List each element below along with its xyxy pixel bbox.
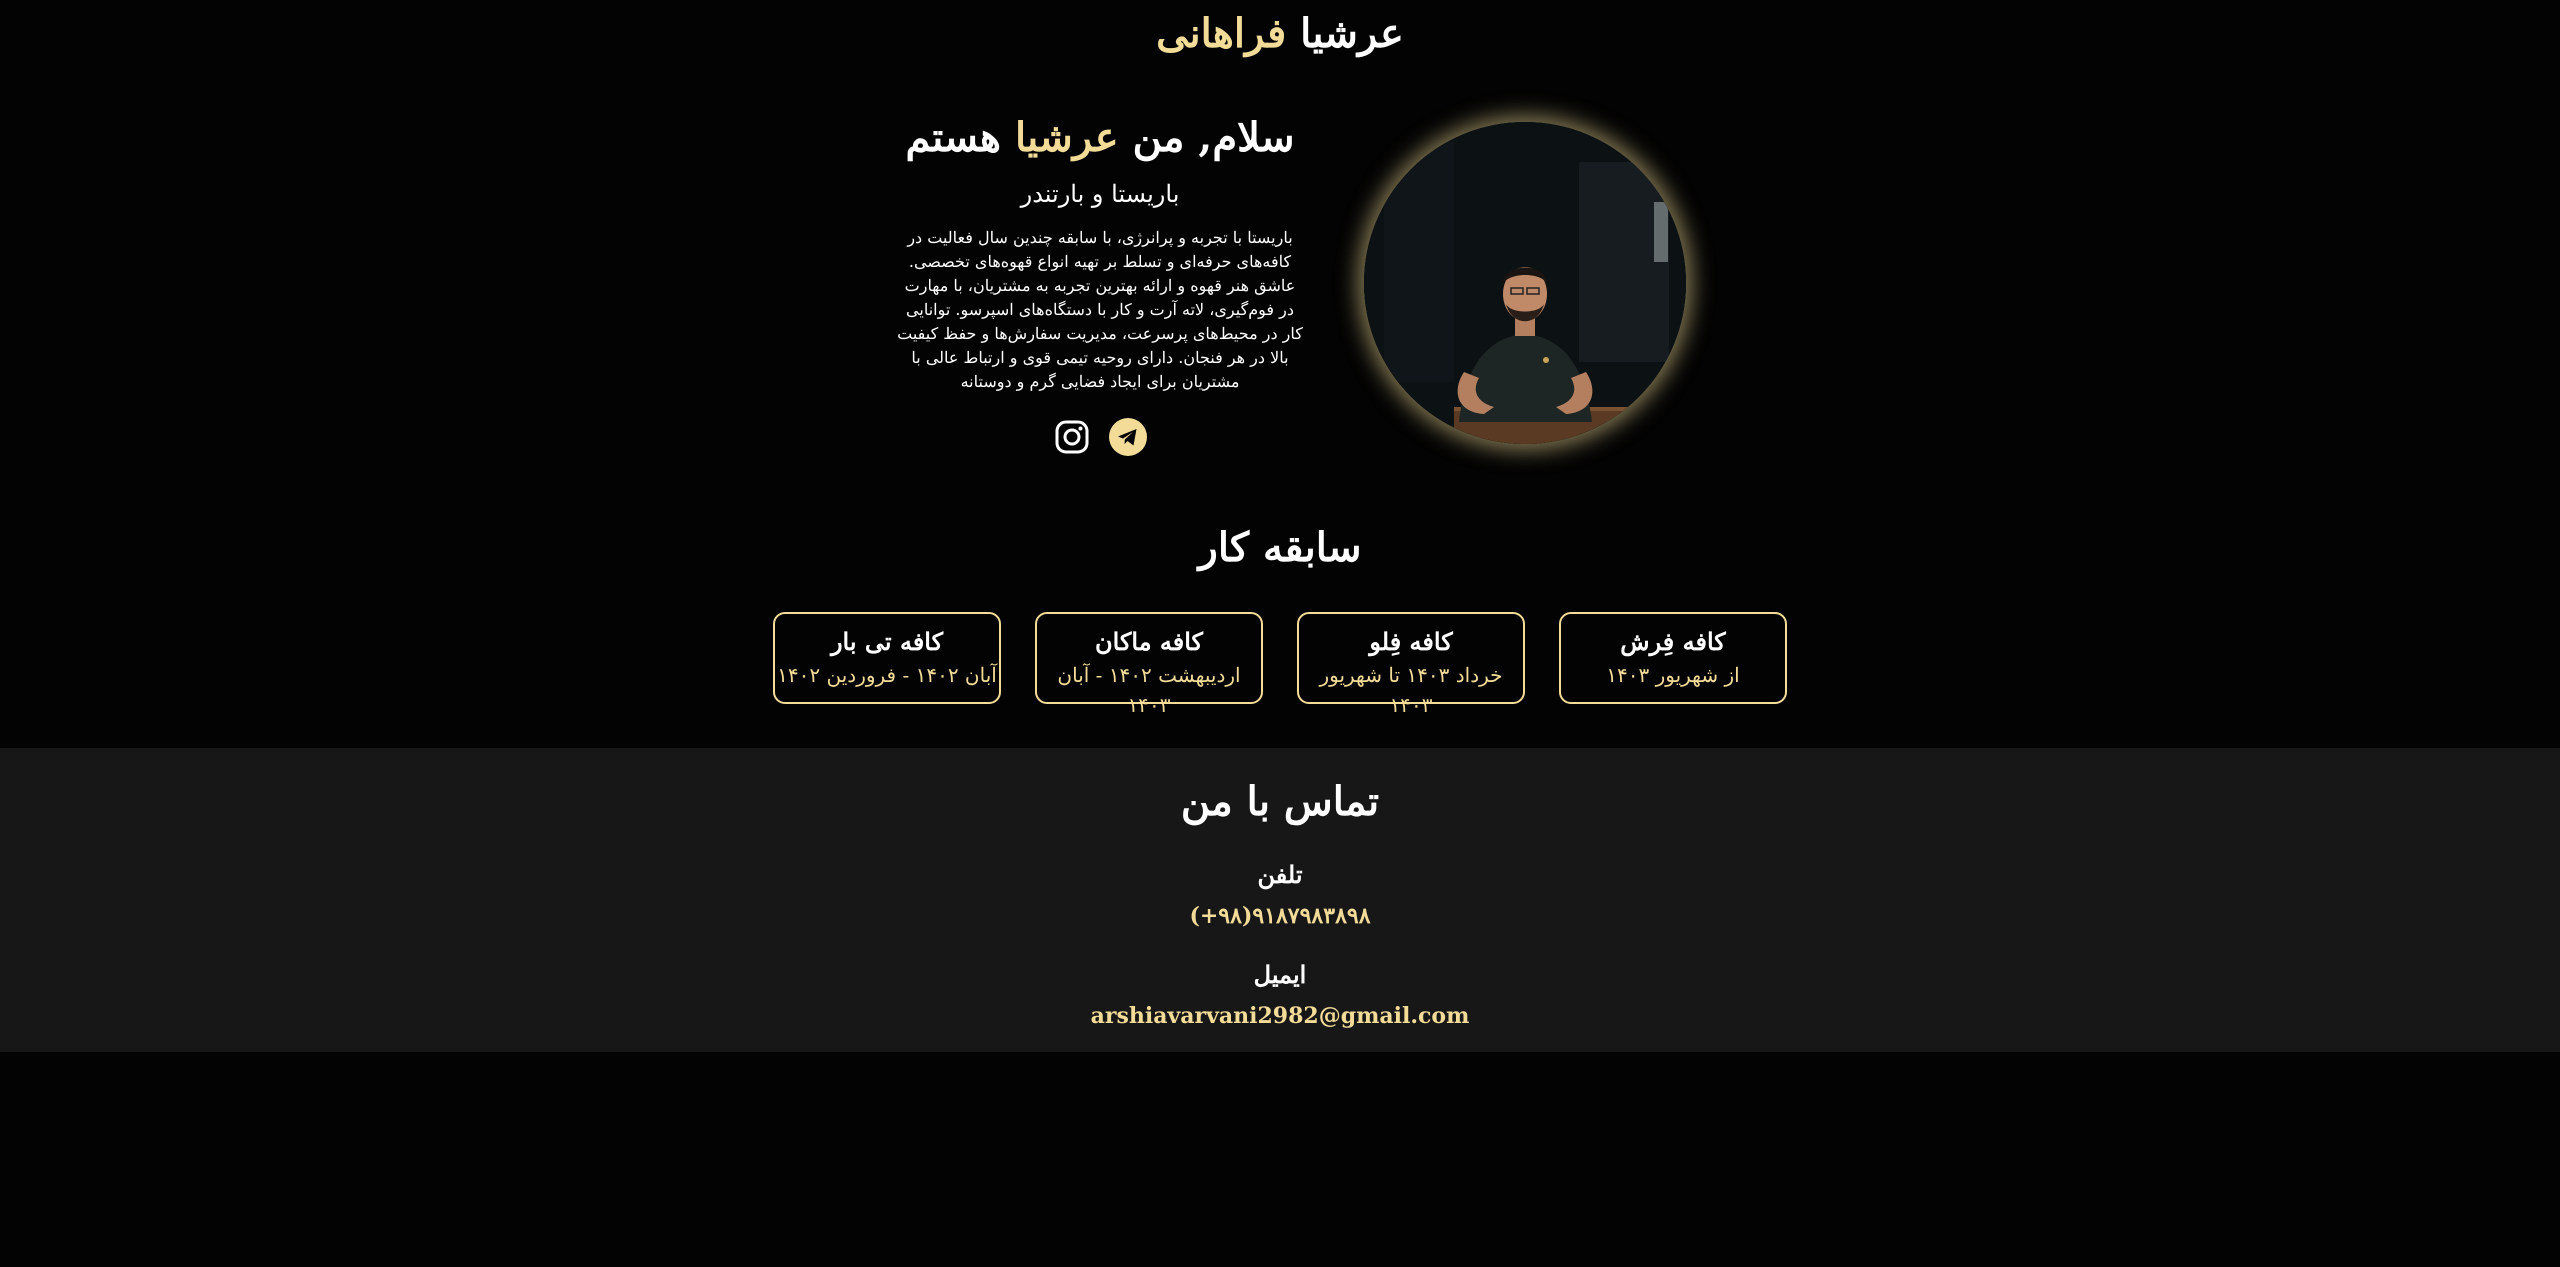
- hero-role: باریستا و بارتندر: [1020, 180, 1180, 208]
- experience-period: خرداد ۱۴۰۳ تا شهریور ۱۴۰۳: [1319, 663, 1503, 717]
- experience-list: کافه فِرش از شهریور ۱۴۰۳ کافه فِلو خرداد…: [773, 612, 1787, 717]
- hero-greeting: سلام, من عرشیا هستم: [880, 108, 1320, 168]
- experience-period: اردیبهشت ۱۴۰۲ - آبان ۱۴۰۳: [1057, 663, 1241, 717]
- greeting-prefix: سلام, من: [1132, 114, 1295, 161]
- contact-title: تماس با من: [1180, 778, 1380, 825]
- phone-value[interactable]: (+۹۸)۹۱۸۷۹۸۳۸۹۸: [0, 900, 2560, 932]
- telegram-link[interactable]: [1109, 418, 1147, 456]
- experience-period: آبان ۱۴۰۲ - فروردین ۱۴۰۲: [777, 663, 997, 687]
- hero-bio: باریستا با تجربه و پرانرژی، با سابقه چند…: [897, 228, 1303, 391]
- experience-name: کافه فِلو: [1369, 627, 1453, 656]
- site-title-first: عرشیا: [1300, 10, 1404, 57]
- contact-section: تماس با من تلفن (+۹۸)۹۱۸۷۹۸۳۸۹۸ ایمیل ar…: [0, 748, 2560, 1052]
- experience-name: کافه فِرش: [1620, 627, 1726, 656]
- social-links: [880, 418, 1320, 456]
- instagram-link[interactable]: [1053, 418, 1091, 456]
- experience-card: کافه فِرش از شهریور ۱۴۰۳: [1559, 612, 1787, 704]
- phone-label: تلفن: [1257, 860, 1303, 889]
- greeting-name: عرشیا: [1014, 114, 1119, 161]
- experience-name: کافه تی بار: [830, 627, 944, 656]
- instagram-icon: [1055, 420, 1089, 454]
- telegram-icon: [1109, 418, 1147, 456]
- email-link[interactable]: arshiavarvani2982@gmail.com: [0, 1000, 2560, 1032]
- site-title-last: فراهانی: [1156, 10, 1287, 57]
- experience-card: کافه تی بار آبان ۱۴۰۲ - فروردین ۱۴۰۲: [773, 612, 1001, 704]
- profile-photo: [1364, 122, 1686, 444]
- experience-period: از شهریور ۱۴۰۳: [1606, 663, 1740, 687]
- greeting-suffix: هستم: [905, 114, 1001, 161]
- email-label: ایمیل: [1253, 960, 1307, 989]
- experience-card: کافه ماکان اردیبهشت ۱۴۰۲ - آبان ۱۴۰۳: [1035, 612, 1263, 717]
- page: عرشیا فراهانی سلام, من عرشیا هستم باریست…: [0, 0, 2560, 1267]
- experience-title: سابقه کار: [1198, 524, 1362, 571]
- site-title: عرشیا فراهانی: [0, 6, 2560, 62]
- experience-name: کافه ماکان: [1095, 627, 1203, 656]
- hero-intro: سلام, من عرشیا هستم باریستا و بارتندر با…: [880, 108, 1320, 456]
- experience-card: کافه فِلو خرداد ۱۴۰۳ تا شهریور ۱۴۰۳: [1297, 612, 1525, 717]
